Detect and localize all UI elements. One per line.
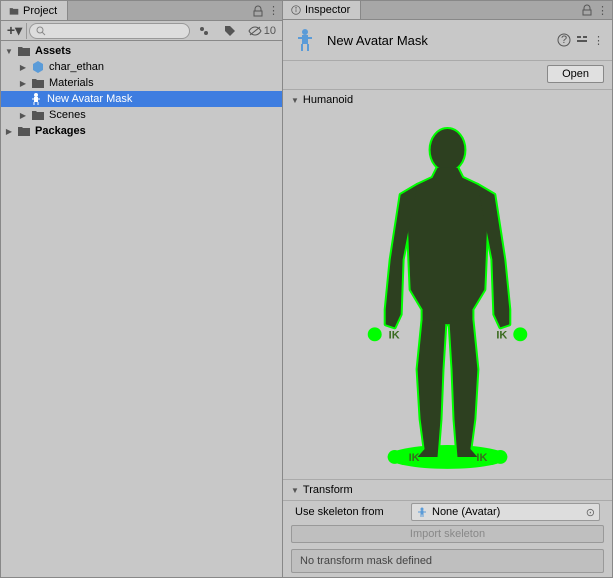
humanoid-header[interactable]: ▼ Humanoid	[283, 90, 612, 110]
project-tab-label: Project	[23, 5, 57, 17]
hidden-count[interactable]: 10	[244, 25, 280, 37]
folder-icon	[9, 6, 19, 16]
node-label: char_ethan	[47, 61, 282, 73]
field-label: Use skeleton from	[295, 506, 405, 518]
context-menu-icon[interactable]: ⋮	[268, 4, 278, 17]
object-field-value: None (Avatar)	[432, 506, 500, 518]
tree-char-ethan[interactable]: ▶ char_ethan	[1, 59, 282, 75]
node-label: Packages	[33, 125, 282, 137]
foldout-icon[interactable]: ▶	[3, 127, 15, 136]
object-picker-icon[interactable]: ⊙	[586, 506, 595, 519]
avatar-icon	[416, 506, 428, 518]
foldout-icon: ▼	[291, 96, 299, 105]
filter-label-button[interactable]	[218, 23, 242, 39]
section-label: Transform	[303, 484, 353, 496]
ik-label: IK	[389, 329, 400, 341]
folder-icon	[17, 124, 31, 138]
node-label: Scenes	[47, 109, 282, 121]
foldout-icon[interactable]: ▶	[17, 79, 29, 88]
context-menu-icon[interactable]: ⋮	[597, 4, 608, 17]
project-tab-controls: ⋮	[252, 4, 282, 17]
search-icon	[36, 26, 46, 36]
info-box: No transform mask defined	[291, 549, 604, 573]
lock-icon[interactable]	[581, 4, 593, 16]
project-tree: ▼ Assets ▶ char_ethan ▶ Materials New Av…	[1, 41, 282, 577]
foldout-icon[interactable]: ▼	[3, 47, 15, 56]
use-skeleton-row: Use skeleton from None (Avatar) ⊙	[291, 501, 604, 523]
foldout-icon[interactable]: ▶	[17, 63, 29, 72]
ik-label: IK	[496, 329, 507, 341]
eye-off-icon	[248, 25, 262, 37]
tree-assets[interactable]: ▼ Assets	[1, 43, 282, 59]
inspector-panel: Inspector ⋮ New Avatar Mask ? ⋮ Open ▼ H…	[283, 1, 612, 577]
project-tab[interactable]: Project	[1, 1, 68, 20]
project-tab-row: Project ⋮	[1, 1, 282, 21]
asset-title: New Avatar Mask	[327, 33, 549, 48]
preset-icon[interactable]	[575, 33, 589, 47]
context-menu-icon[interactable]: ⋮	[593, 34, 604, 47]
skeleton-object-field[interactable]: None (Avatar) ⊙	[411, 503, 600, 521]
project-panel: Project ⋮ +▾ 10	[1, 1, 283, 577]
filter-type-button[interactable]	[192, 23, 216, 39]
open-button[interactable]: Open	[547, 65, 604, 83]
tree-avatar-mask[interactable]: New Avatar Mask	[1, 91, 282, 107]
create-button[interactable]: +▾	[3, 23, 27, 39]
foldout-icon[interactable]: ▶	[17, 111, 29, 120]
import-skeleton-button: Import skeleton	[291, 525, 604, 543]
info-icon	[291, 5, 301, 15]
folder-icon	[31, 76, 45, 90]
inspector-header-controls: ? ⋮	[557, 33, 604, 47]
node-label: Assets	[33, 45, 282, 57]
folder-icon	[31, 108, 45, 122]
ik-label: IK	[476, 452, 487, 464]
transform-section: Use skeleton from None (Avatar) ⊙ Import…	[283, 500, 612, 577]
tree-packages[interactable]: ▶ Packages	[1, 123, 282, 139]
search-input[interactable]	[50, 25, 183, 36]
inspector-tab-controls: ⋮	[581, 4, 612, 17]
inspector-header: New Avatar Mask ? ⋮	[283, 20, 612, 61]
svg-text:?: ?	[561, 34, 567, 46]
open-row: Open	[283, 61, 612, 90]
inspector-tab[interactable]: Inspector	[283, 1, 361, 19]
humanoid-diagram[interactable]: IK IK IK IK	[283, 110, 612, 479]
avatar-mask-icon	[291, 26, 319, 54]
node-label: New Avatar Mask	[45, 93, 282, 105]
prefab-icon	[31, 60, 45, 74]
help-icon[interactable]: ?	[557, 33, 571, 47]
inspector-tab-label: Inspector	[305, 4, 350, 16]
lock-icon[interactable]	[252, 5, 264, 17]
project-toolbar: +▾ 10	[1, 21, 282, 41]
tree-scenes[interactable]: ▶ Scenes	[1, 107, 282, 123]
transform-header[interactable]: ▼ Transform	[283, 479, 612, 500]
avatar-mask-icon	[29, 92, 43, 106]
foldout-icon: ▼	[291, 486, 299, 495]
hidden-count-value: 10	[264, 25, 276, 37]
node-label: Materials	[47, 77, 282, 89]
inspector-tab-row: Inspector ⋮	[283, 1, 612, 20]
search-box[interactable]	[29, 23, 190, 39]
section-label: Humanoid	[303, 94, 353, 106]
ik-label: IK	[409, 452, 420, 464]
folder-icon	[17, 44, 31, 58]
tree-materials[interactable]: ▶ Materials	[1, 75, 282, 91]
